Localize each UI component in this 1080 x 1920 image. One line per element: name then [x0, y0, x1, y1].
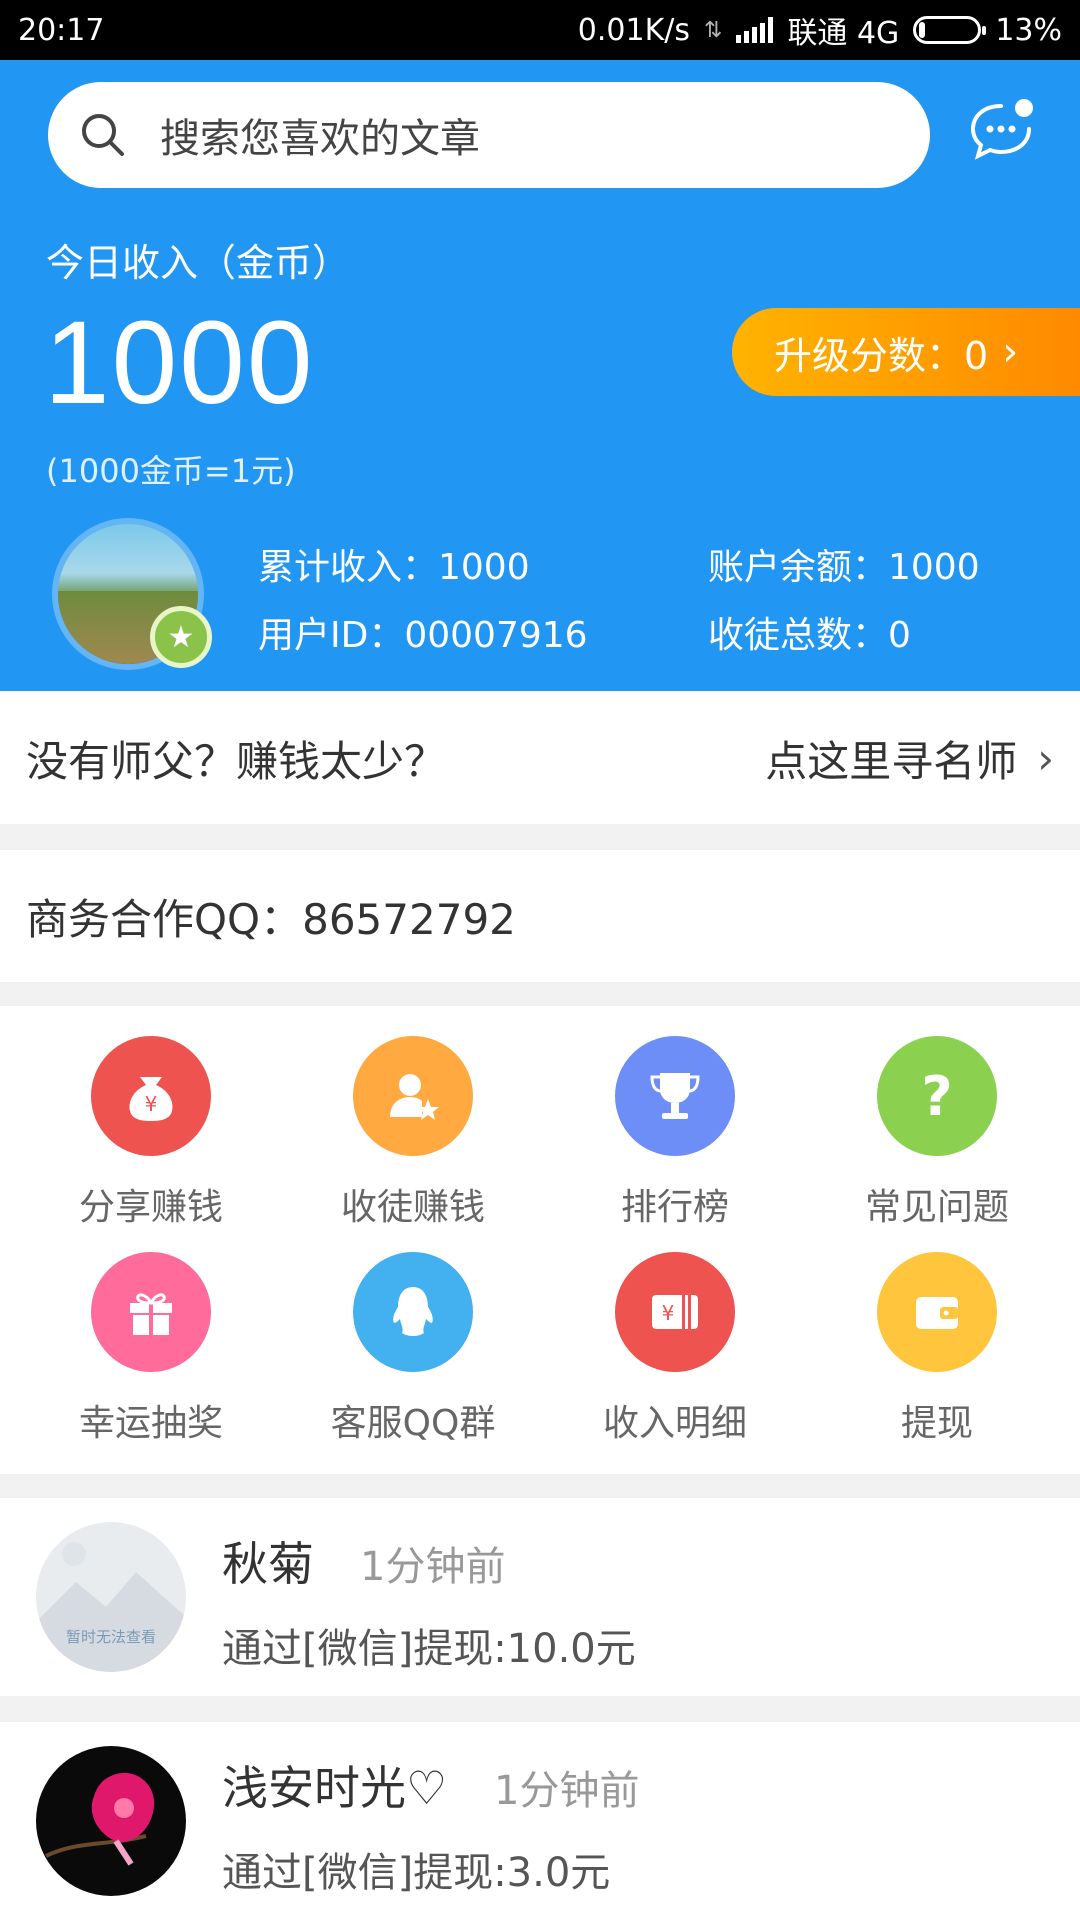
- svg-text:¥: ¥: [662, 1301, 675, 1325]
- chevron-right-icon: ›: [1037, 733, 1054, 783]
- exchange-rate-note: (1000金币=1元): [46, 452, 296, 490]
- svg-text:?: ?: [921, 1065, 952, 1128]
- feed-time: 1分钟前: [494, 1768, 640, 1814]
- business-qq-text: 商务合作QQ：86572792: [26, 894, 516, 944]
- menu-withdraw[interactable]: 提现: [806, 1252, 1068, 1446]
- message-button[interactable]: [968, 96, 1038, 166]
- account-balance: 账户余额：1000: [708, 547, 980, 588]
- wallet-icon: [877, 1252, 997, 1372]
- chat-bubble-icon: [970, 99, 1033, 160]
- search-placeholder: 搜索您喜欢的文章: [160, 116, 480, 162]
- question-icon: ?: [877, 1036, 997, 1156]
- chevron-right-icon: ›: [1002, 329, 1019, 375]
- search-icon: [82, 114, 124, 156]
- feed-item[interactable]: 暂时无法查看 秋菊 1分钟前 通过[微信]提现:10.0元: [0, 1498, 1080, 1696]
- status-time: 20:17: [18, 12, 105, 48]
- menu-lucky-draw[interactable]: 幸运抽奖: [20, 1252, 282, 1446]
- carrier-label: 联通 4G: [787, 16, 900, 51]
- feed-description: 通过[微信]提现:3.0元: [222, 1850, 611, 1896]
- menu-label: 常见问题: [864, 1187, 1009, 1228]
- menu-label: 客服QQ群: [330, 1403, 496, 1444]
- menu-share-earn[interactable]: ¥ 分享赚钱: [20, 1036, 282, 1230]
- total-income: 累计收入：1000: [258, 547, 530, 588]
- menu-label: 幸运抽奖: [78, 1403, 223, 1444]
- find-master-link: 点这里寻名师: [765, 736, 1018, 786]
- search-bar[interactable]: 搜索您喜欢的文章: [48, 82, 930, 188]
- user-star-icon: [353, 1036, 473, 1156]
- qq-penguin-icon: [353, 1252, 473, 1372]
- menu-service-qq-group[interactable]: 客服QQ群: [282, 1252, 544, 1446]
- menu-label: 提现: [900, 1403, 973, 1444]
- menu-faq[interactable]: ? 常见问题: [806, 1036, 1068, 1230]
- business-qq-row: 商务合作QQ：86572792: [0, 850, 1080, 982]
- feed-item[interactable]: 浅安时光♡ 1分钟前 通过[微信]提现:3.0元: [0, 1722, 1080, 1920]
- menu-leaderboard[interactable]: 排行榜: [544, 1036, 806, 1230]
- menu-recruit-earn[interactable]: 收徒赚钱: [282, 1036, 544, 1230]
- image-unavailable-text: 暂时无法查看: [65, 1628, 156, 1646]
- signal-icon: [736, 17, 774, 43]
- upgrade-score-label: 升级分数：0: [774, 333, 989, 378]
- feed-time: 1分钟前: [360, 1544, 506, 1590]
- star-badge-icon: ★: [150, 606, 212, 668]
- ledger-icon: ¥: [615, 1252, 735, 1372]
- header-panel: 搜索您喜欢的文章 今日收入（金币） 1000 (1000金币=1元) 升级分数：…: [0, 60, 1080, 691]
- data-transfer-icon: ⇅: [704, 17, 723, 43]
- upgrade-score-button[interactable]: 升级分数：0 ›: [732, 308, 1080, 396]
- menu-label: 排行榜: [620, 1187, 729, 1228]
- menu-income-details[interactable]: ¥ 收入明细: [544, 1252, 806, 1446]
- menu-label: 收入明细: [602, 1403, 747, 1444]
- feed-description: 通过[微信]提现:10.0元: [222, 1626, 636, 1672]
- battery-percent: 13%: [995, 12, 1062, 48]
- menu-label: 分享赚钱: [78, 1187, 223, 1228]
- battery-icon: [913, 16, 987, 44]
- status-bar: 20:17 0.01K/s ⇅ 联通 4G 13%: [0, 0, 1080, 60]
- find-master-row[interactable]: 没有师父？赚钱太少？ 点这里寻名师 ›: [0, 692, 1080, 824]
- gift-icon: [91, 1252, 211, 1372]
- feed-user-name: 秋菊: [222, 1537, 314, 1591]
- today-income-label: 今日收入（金币）: [46, 241, 351, 285]
- today-income-value: 1000: [44, 297, 315, 429]
- user-avatar-flower: [36, 1746, 186, 1896]
- find-master-prompt: 没有师父？赚钱太少？: [26, 736, 447, 786]
- money-bag-icon: ¥: [91, 1036, 211, 1156]
- disciple-count: 收徒总数：0: [708, 615, 911, 656]
- trophy-icon: [615, 1036, 735, 1156]
- feed-user-name: 浅安时光♡: [222, 1761, 448, 1815]
- user-id: 用户ID：00007916: [258, 615, 588, 656]
- network-speed: 0.01K/s: [577, 12, 690, 48]
- feature-grid: ¥ 分享赚钱 收徒赚钱 排行榜 ? 常见问题 幸运抽奖 客服QQ群 ¥ 收入明细…: [0, 1006, 1080, 1474]
- menu-label: 收徒赚钱: [340, 1187, 485, 1228]
- svg-text:¥: ¥: [145, 1092, 158, 1116]
- image-unavailable-avatar: 暂时无法查看: [36, 1522, 186, 1672]
